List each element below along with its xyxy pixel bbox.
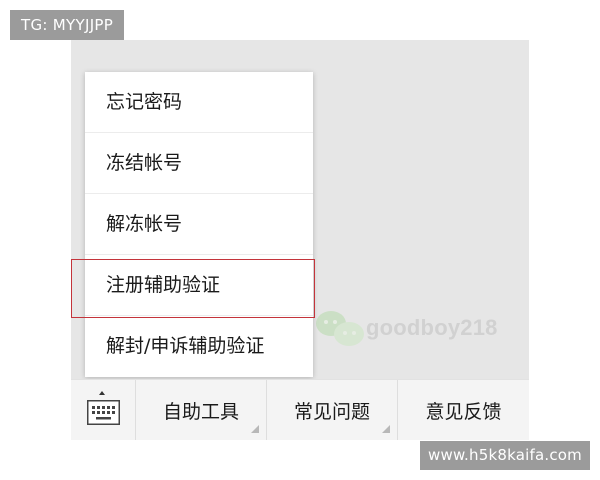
menu-item-forgot-password[interactable]: 忘记密码 bbox=[85, 72, 313, 133]
tab-self-service-tools[interactable]: 自助工具 bbox=[136, 380, 267, 440]
watermark-text: goodboy218 bbox=[366, 315, 498, 340]
menu-item-unblock-appeal-assist-verify[interactable]: 解封/申诉辅助验证 bbox=[85, 316, 313, 377]
keyboard-icon bbox=[87, 400, 120, 425]
menu-item-unfreeze-account[interactable]: 解冻帐号 bbox=[85, 194, 313, 255]
footer-url-badge: www.h5k8kaifa.com bbox=[420, 441, 590, 470]
menu-item-register-assist-verify[interactable]: 注册辅助验证 bbox=[85, 255, 313, 316]
submenu-indicator-icon bbox=[251, 425, 259, 433]
menu-item-freeze-account[interactable]: 冻结帐号 bbox=[85, 133, 313, 194]
tab-faq[interactable]: 常见问题 bbox=[267, 380, 398, 440]
watermark: goodboy218 bbox=[316, 309, 498, 347]
tab-label: 意见反馈 bbox=[425, 400, 502, 423]
tag-badge: TG: MYYJJPP bbox=[10, 10, 125, 40]
tab-label: 常见问题 bbox=[293, 400, 370, 423]
keyboard-toggle-button[interactable] bbox=[71, 380, 136, 440]
bottom-menu-bar: 自助工具 常见问题 意见反馈 bbox=[71, 379, 529, 440]
popup-menu: 忘记密码 冻结帐号 解冻帐号 注册辅助验证 解封/申诉辅助验证 bbox=[85, 72, 313, 377]
caret-up-icon bbox=[99, 391, 105, 395]
tab-feedback[interactable]: 意见反馈 bbox=[398, 380, 529, 440]
submenu-indicator-icon bbox=[382, 425, 390, 433]
wechat-logo-icon bbox=[316, 309, 366, 347]
tab-label: 自助工具 bbox=[162, 400, 239, 423]
